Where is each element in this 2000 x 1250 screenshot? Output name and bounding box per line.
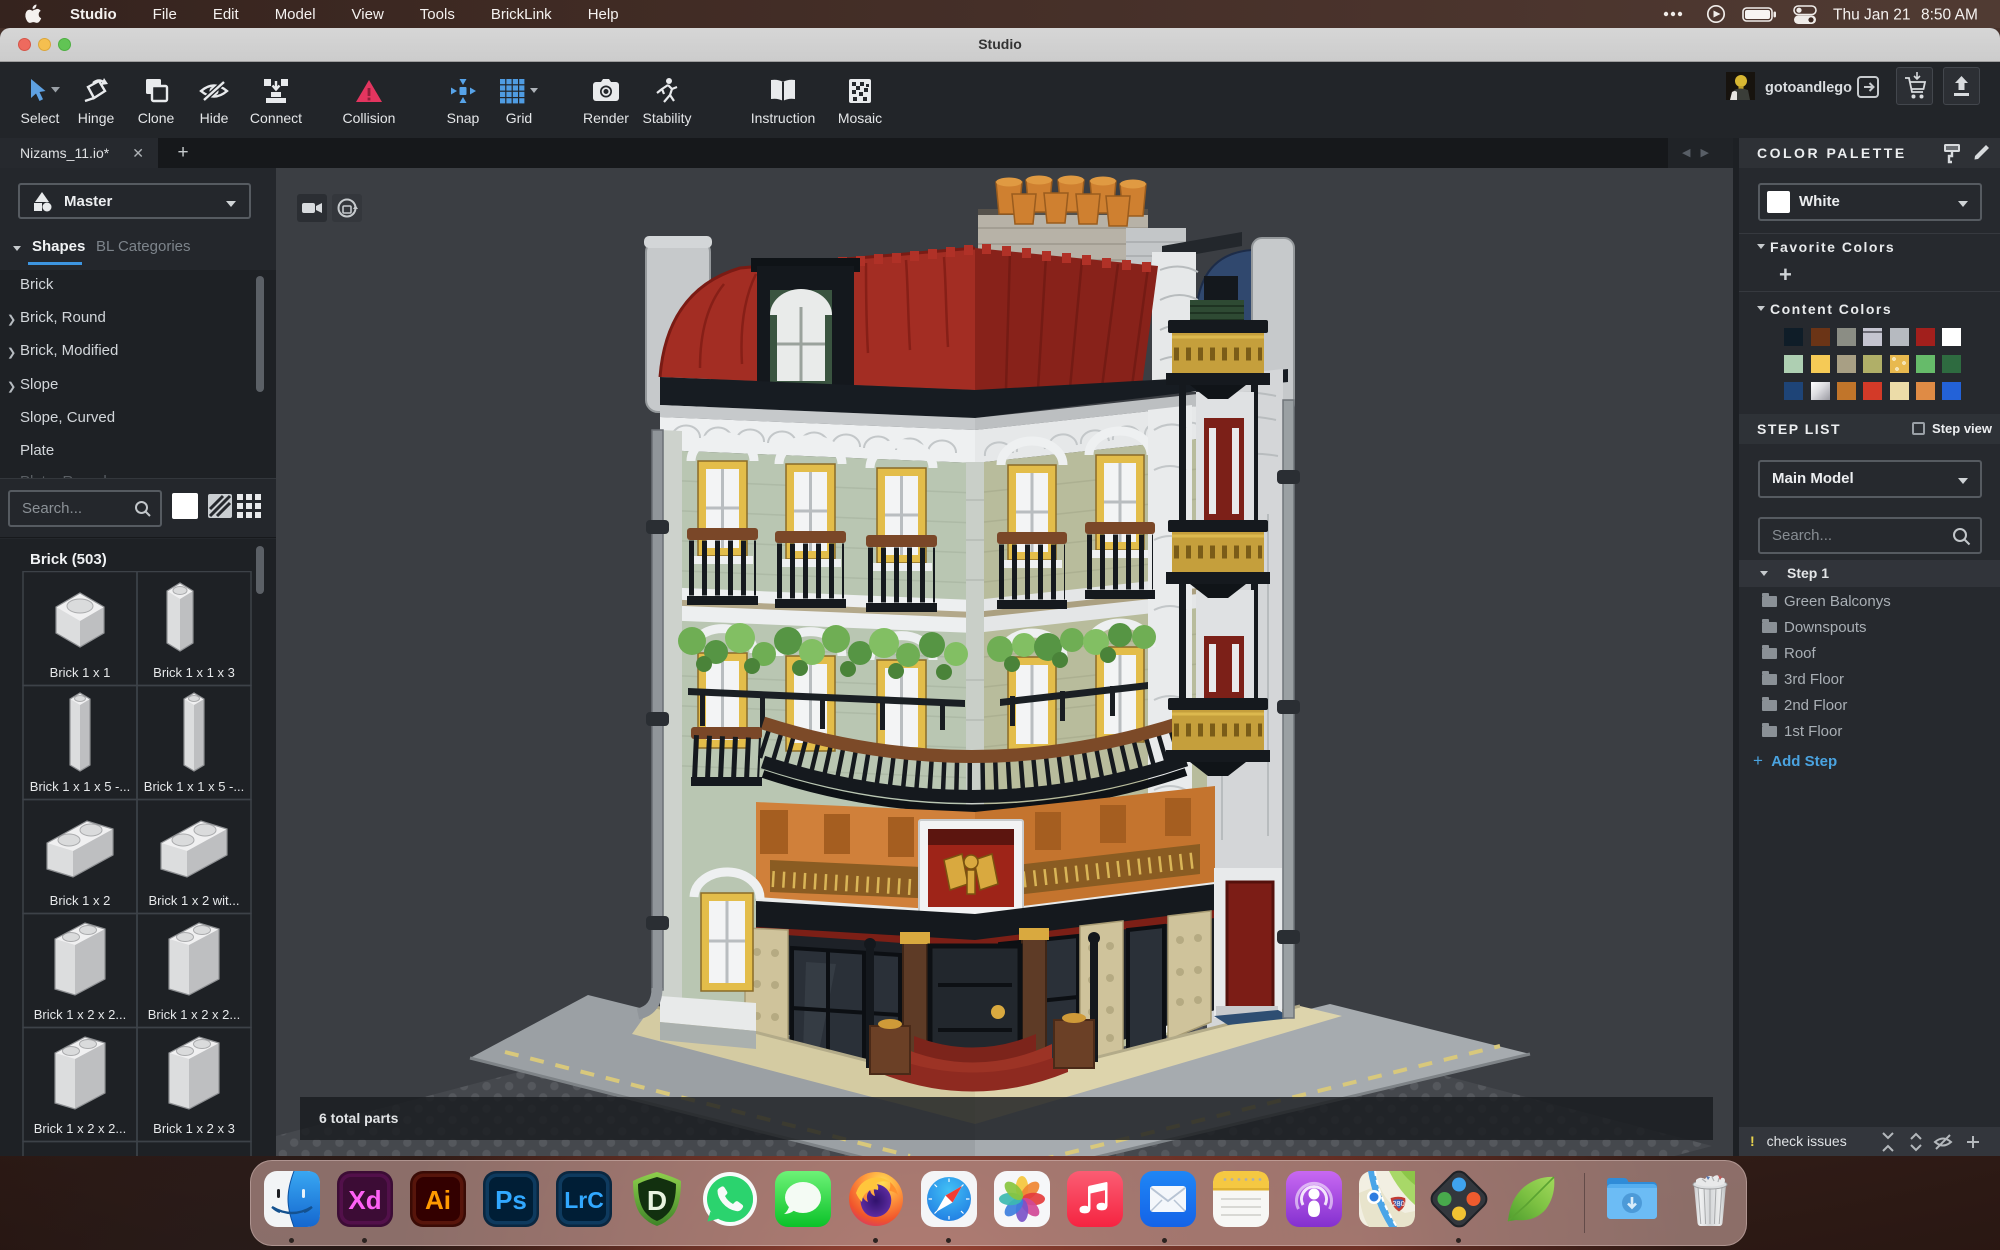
svg-text:8:50 AM: 8:50 AM <box>1921 7 1978 24</box>
svg-text:Brick 1 x 2 x 2...: Brick 1 x 2 x 2... <box>34 1007 126 1022</box>
svg-text:280: 280 <box>1392 1199 1405 1208</box>
svg-text:Brick 1 x 1 x 5 -...: Brick 1 x 1 x 5 -... <box>30 779 130 794</box>
svg-text:Brick 1 x 2 x 2...: Brick 1 x 2 x 2... <box>148 1007 240 1022</box>
svg-text:Brick 1 x 1 x 5 -...: Brick 1 x 1 x 5 -... <box>144 779 244 794</box>
svg-text:Brick 1 x 1: Brick 1 x 1 <box>50 665 111 680</box>
svg-text:LrC: LrC <box>564 1187 604 1213</box>
svg-text:Xd: Xd <box>348 1185 381 1215</box>
svg-text:Thu Jan 21: Thu Jan 21 <box>1833 7 1911 24</box>
svg-text:Ai: Ai <box>425 1185 451 1215</box>
svg-text:Brick 1 x 1 x 3: Brick 1 x 1 x 3 <box>153 665 235 680</box>
svg-text:Brick 1 x 2 x 3: Brick 1 x 2 x 3 <box>153 1121 235 1136</box>
svg-text:Brick 1 x 2 x 2...: Brick 1 x 2 x 2... <box>34 1121 126 1136</box>
svg-text:Brick 1 x 2: Brick 1 x 2 <box>50 893 111 908</box>
svg-text:Ps: Ps <box>495 1185 527 1215</box>
svg-text:D: D <box>647 1185 667 1216</box>
svg-text:Brick 1 x 2 wit...: Brick 1 x 2 wit... <box>148 893 239 908</box>
